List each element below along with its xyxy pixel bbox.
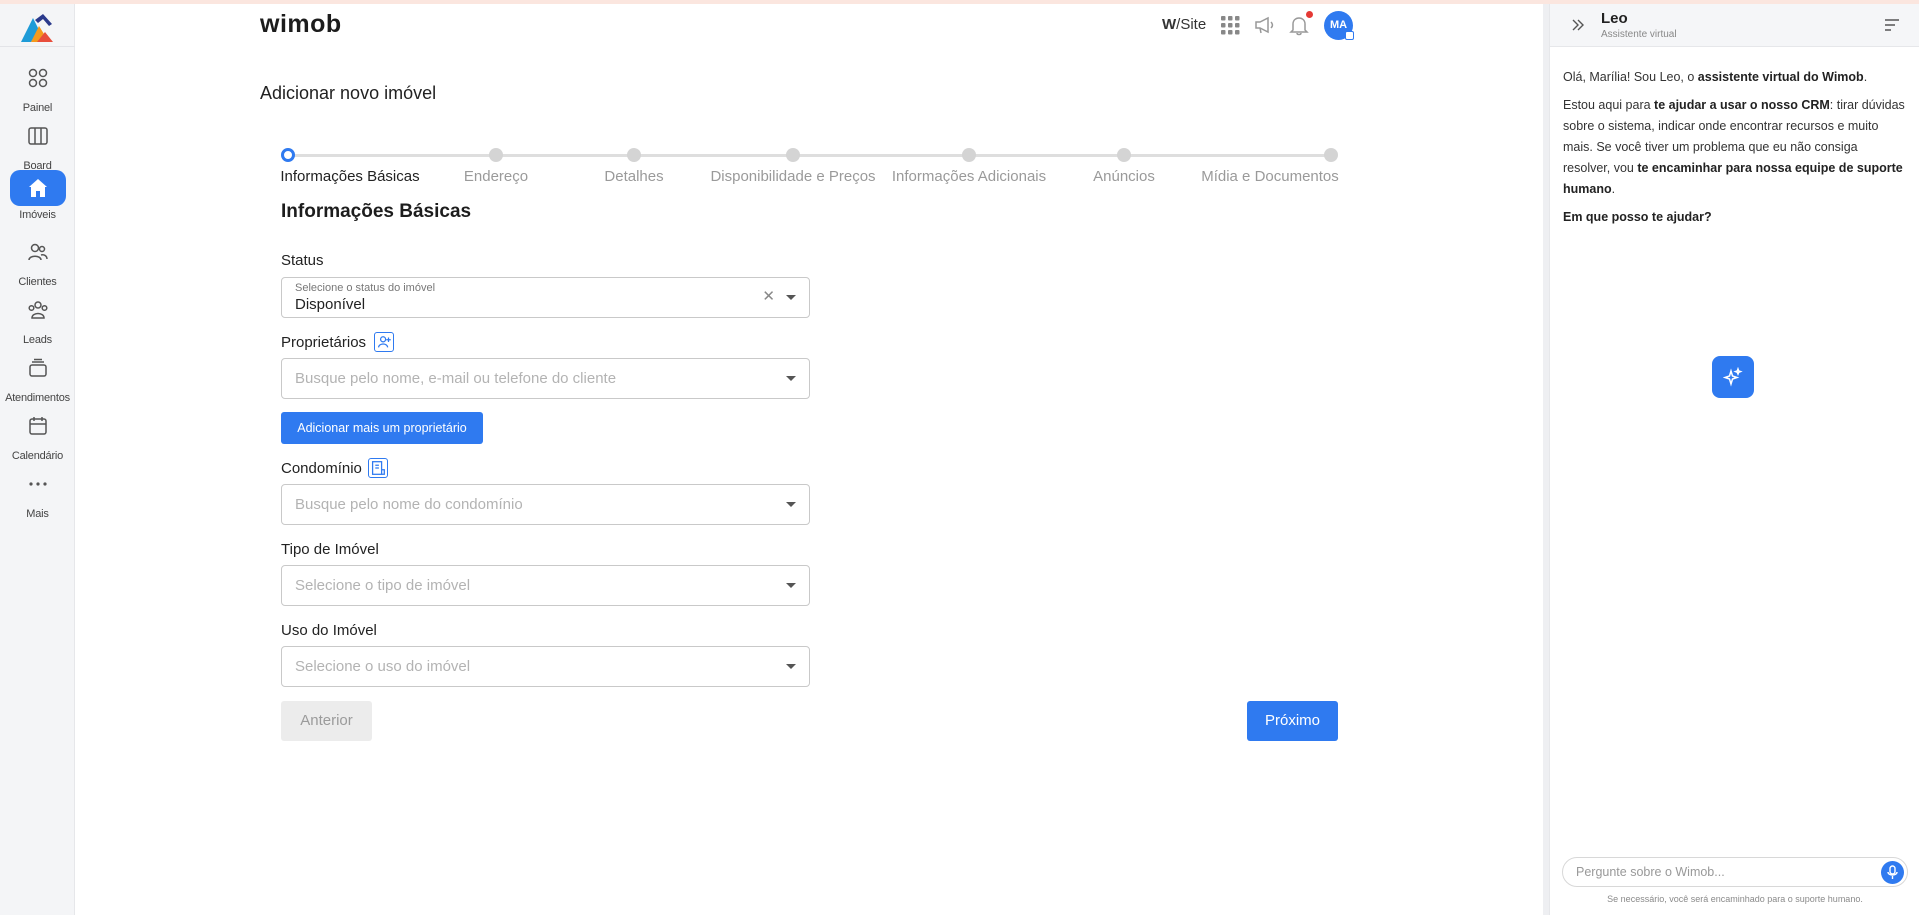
microphone-icon — [1887, 865, 1898, 879]
chevron-down-icon[interactable] — [786, 583, 796, 588]
step-dot-6[interactable] — [1117, 148, 1131, 162]
step-label-3[interactable]: Detalhes — [604, 168, 663, 185]
section-title: Informações Básicas — [281, 201, 472, 222]
next-button[interactable]: Próximo — [1247, 701, 1338, 741]
property-usage-placeholder: Selecione o uso do imóvel — [295, 658, 471, 675]
step-dot-4[interactable] — [786, 148, 800, 162]
board-icon — [27, 127, 48, 145]
status-label: Status — [281, 252, 324, 269]
microphone-button[interactable] — [1881, 861, 1904, 884]
assistant-panel: Leo Assistente virtual Olá, Marília! Sou… — [1549, 4, 1919, 915]
property-type-select[interactable]: Selecione o tipo de imóvel — [281, 565, 810, 606]
property-usage-select[interactable]: Selecione o uso do imóvel — [281, 646, 810, 687]
clients-icon — [27, 243, 48, 261]
add-owner-button[interactable]: Adicionar mais um proprietário — [281, 412, 483, 444]
stepper-track — [288, 154, 1332, 157]
avatar-status-icon — [1345, 31, 1354, 40]
status-select[interactable]: Selecione o status do imóvel Disponível … — [281, 277, 810, 318]
chevron-down-icon[interactable] — [786, 376, 796, 381]
step-label-7[interactable]: Mídia e Documentos — [1201, 168, 1339, 185]
sidebar-item-imoveis[interactable]: Imóveis — [0, 170, 75, 226]
sidebar-item-clientes[interactable]: Clientes — [0, 234, 75, 290]
apps-grid-icon[interactable] — [1219, 14, 1241, 36]
step-dot-1[interactable] — [281, 148, 295, 162]
sidebar-item-label: Clientes — [18, 276, 57, 288]
sidebar-item-label: Painel — [22, 102, 53, 114]
step-dot-5[interactable] — [962, 148, 976, 162]
wsite-link[interactable]: W/Site — [1162, 16, 1206, 33]
home-icon — [28, 179, 47, 197]
calendar-icon — [28, 417, 47, 435]
user-avatar[interactable]: MA — [1324, 11, 1354, 40]
chevron-down-icon[interactable] — [786, 502, 796, 507]
sidebar-item-board[interactable]: Board — [0, 118, 75, 174]
clear-icon[interactable]: ✕ — [762, 287, 775, 305]
owners-search-input[interactable]: Busque pelo nome, e-mail ou telefone do … — [281, 358, 810, 399]
assistant-message-2: Estou aqui para te ajudar a usar o nosso… — [1563, 98, 1905, 196]
add-person-icon[interactable] — [374, 332, 394, 352]
assistant-message-1: Olá, Marília! Sou Leo, o assistente virt… — [1563, 70, 1868, 84]
step-label-6[interactable]: Anúncios — [1093, 168, 1155, 185]
owners-placeholder: Busque pelo nome, e-mail ou telefone do … — [295, 370, 617, 387]
step-label-5[interactable]: Informações Adicionais — [892, 168, 1046, 185]
sidebar-item-leads[interactable]: Leads — [0, 292, 75, 348]
wimob-logo[interactable] — [19, 12, 55, 44]
assistant-header: Leo Assistente virtual — [1550, 4, 1919, 47]
assistant-subtitle: Assistente virtual — [1601, 29, 1677, 40]
sidebar: Painel Board Imóveis Clientes Leads Aten… — [0, 4, 75, 915]
dashboard-icon — [28, 68, 47, 88]
sidebar-divider — [0, 46, 75, 47]
chevron-down-icon[interactable] — [786, 295, 796, 300]
sidebar-item-calendario[interactable]: Calendário — [0, 408, 75, 464]
status-value: Disponível — [295, 296, 366, 313]
step-dot-3[interactable] — [627, 148, 641, 162]
sidebar-item-atendimentos[interactable]: Atendimentos — [0, 350, 75, 406]
property-usage-label: Uso do Imóvel — [281, 622, 377, 639]
sidebar-item-label: Leads — [23, 334, 52, 346]
brand-name[interactable]: wimob — [260, 10, 342, 39]
sidebar-item-label: Atendimentos — [5, 392, 70, 404]
megaphone-icon[interactable] — [1253, 14, 1275, 36]
step-dot-2[interactable] — [489, 148, 503, 162]
building-icon[interactable] — [368, 458, 388, 478]
sidebar-item-label: Mais — [26, 508, 49, 520]
sidebar-item-label: Calendário — [11, 450, 64, 462]
chat-input[interactable]: Pergunte sobre o Wimob... — [1562, 857, 1908, 887]
property-type-placeholder: Selecione o tipo de imóvel — [295, 577, 471, 594]
condo-label: Condomínio — [281, 460, 362, 477]
sidebar-item-painel[interactable]: Painel — [0, 60, 75, 116]
notification-badge — [1306, 11, 1313, 18]
wsite-w: W — [1162, 16, 1177, 33]
assistant-message-3: Em que posso te ajudar? — [1563, 210, 1712, 224]
more-icon — [28, 482, 47, 486]
step-label-4[interactable]: Disponibilidade e Preços — [710, 168, 875, 185]
wsite-text: /Site — [1176, 16, 1207, 33]
leads-icon — [27, 301, 48, 319]
ai-assistant-button[interactable] — [1712, 356, 1754, 398]
condo-search-input[interactable]: Busque pelo nome do condomínio — [281, 484, 810, 525]
step-label-2[interactable]: Endereço — [464, 168, 528, 185]
assistant-footer-note: Se necessário, você será encaminhado par… — [1607, 894, 1863, 904]
sidebar-item-mais[interactable]: Mais — [0, 466, 75, 522]
previous-button[interactable]: Anterior — [281, 701, 372, 741]
owners-label: Proprietários — [281, 334, 367, 351]
chat-input-placeholder: Pergunte sobre o Wimob... — [1576, 865, 1725, 879]
property-type-label: Tipo de Imóvel — [281, 541, 379, 558]
status-hint: Selecione o status do imóvel — [295, 282, 436, 294]
menu-lines-icon[interactable] — [1884, 18, 1900, 32]
chevron-down-icon[interactable] — [786, 664, 796, 669]
collapse-panel-icon[interactable] — [1570, 17, 1586, 33]
avatar-initials: MA — [1329, 19, 1348, 31]
inbox-icon — [28, 358, 47, 377]
sidebar-item-label: Imóveis — [19, 209, 56, 221]
page-title: Adicionar novo imóvel — [260, 83, 437, 103]
step-label-1[interactable]: Informações Básicas — [280, 168, 419, 185]
assistant-name: Leo — [1601, 10, 1628, 27]
sparkles-icon — [1723, 367, 1743, 387]
step-dot-7[interactable] — [1324, 148, 1338, 162]
condo-placeholder: Busque pelo nome do condomínio — [295, 496, 523, 513]
